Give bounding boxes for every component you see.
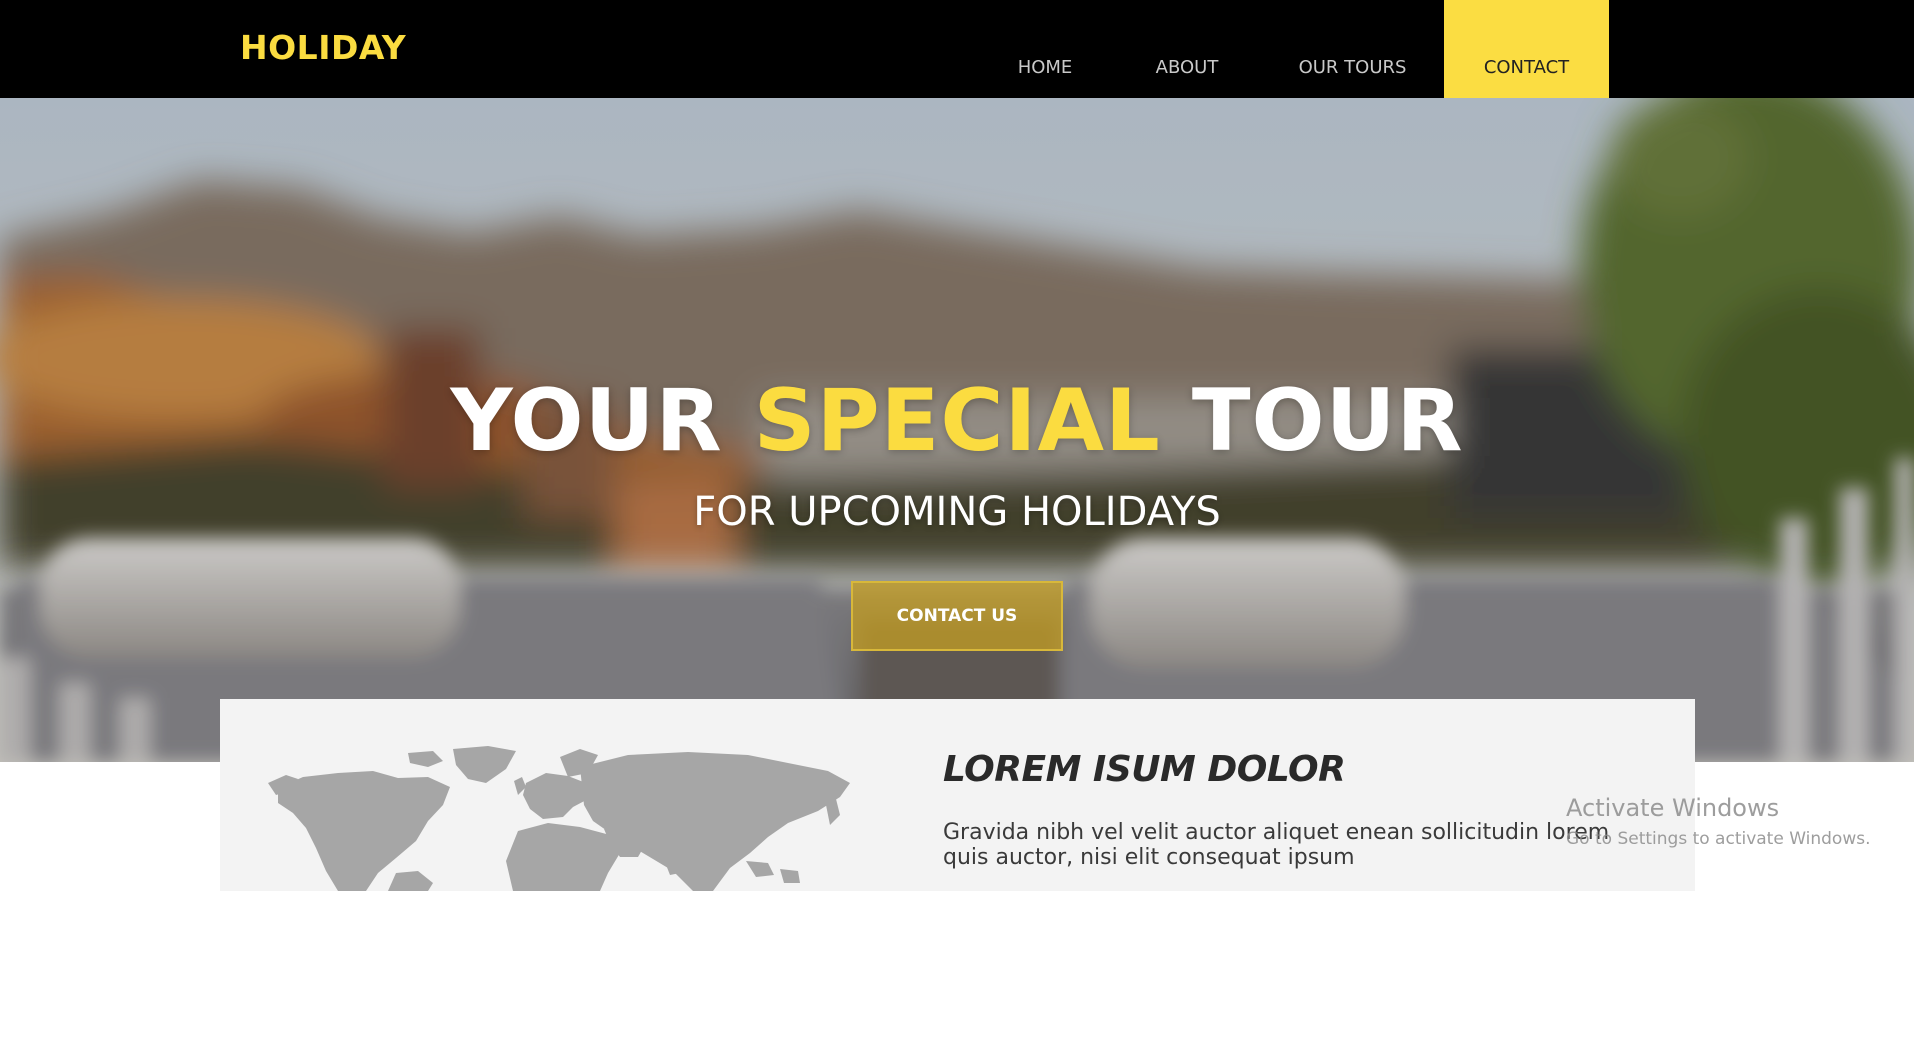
contact-us-button[interactable]: CONTACT US bbox=[851, 581, 1063, 651]
watermark-title: Activate Windows bbox=[1566, 794, 1780, 822]
feature-description: Gravida nibh vel velit auctor aliquet en… bbox=[943, 820, 1610, 870]
nav-item-our-tours[interactable]: OUR TOURS bbox=[1290, 0, 1415, 98]
hero-subtitle: FOR UPCOMING HOLIDAYS bbox=[693, 489, 1221, 535]
activate-windows-watermark: Activate Windows Go to Settings to activ… bbox=[1566, 793, 1871, 851]
nav-item-home[interactable]: HOME bbox=[995, 0, 1095, 98]
logo[interactable]: HOLIDAY bbox=[240, 26, 406, 70]
watermark-subtitle: Go to Settings to activate Windows. bbox=[1566, 829, 1871, 849]
nav-item-contact[interactable]: CONTACT bbox=[1444, 0, 1609, 98]
top-navigation-bar: HOLIDAY HOME ABOUT OUR TOURS CONTACT bbox=[0, 0, 1914, 98]
feature-card: LOREM ISUM DOLOR Gravida nibh vel velit … bbox=[220, 699, 1695, 891]
hero-title: YOUR SPECIAL TOUR bbox=[0, 373, 1914, 469]
hero-section: YOUR SPECIAL TOUR FOR UPCOMING HOLIDAYS … bbox=[0, 98, 1914, 762]
hero-title-part-2: TOUR bbox=[1191, 371, 1464, 471]
nav-item-about[interactable]: ABOUT bbox=[1137, 0, 1237, 98]
hero-title-part-1: YOUR bbox=[450, 371, 723, 471]
page: HOLIDAY HOME ABOUT OUR TOURS CONTACT YOU… bbox=[0, 0, 1914, 1042]
hero-title-accent: SPECIAL bbox=[753, 371, 1161, 471]
feature-title: LOREM ISUM DOLOR bbox=[943, 749, 1346, 790]
world-map-image bbox=[268, 746, 850, 891]
